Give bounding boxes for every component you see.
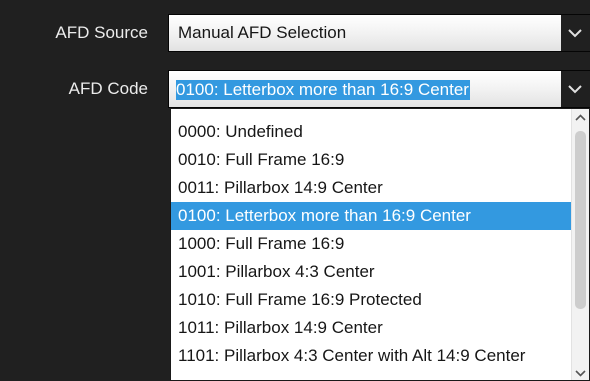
afd-source-dropdown-button[interactable] [561, 15, 590, 51]
afd-code-select[interactable]: 0100: Letterbox more than 16:9 Center [168, 70, 590, 108]
afd-source-select[interactable]: Manual AFD Selection [168, 14, 590, 52]
afd-option-item[interactable]: 0010: Full Frame 16:9 [171, 146, 573, 174]
afd-code-dropdown-list[interactable]: 0000: Undefined 0010: Full Frame 16:9 0011… [170, 108, 590, 381]
afd-option-item[interactable]: 1101: Pillarbox 4:3 Center with Alt 14:9… [171, 342, 573, 370]
afd-option-item[interactable]: 0000: Undefined [171, 118, 573, 146]
afd-code-dropdown-button[interactable] [561, 71, 590, 107]
afd-option-item[interactable]: 1011: Pillarbox 14:9 Center [171, 314, 573, 342]
chevron-down-icon [568, 85, 582, 94]
dropdown-scrollbar[interactable] [571, 109, 589, 380]
scrollbar-thumb[interactable] [575, 131, 586, 309]
afd-option-item[interactable]: 1001: Pillarbox 4:3 Center [171, 258, 573, 286]
afd-option-item[interactable]: 1010: Full Frame 16:9 Protected [171, 286, 573, 314]
afd-option-item[interactable]: 1000: Full Frame 16:9 [171, 230, 573, 258]
afd-code-value: 0100: Letterbox more than 16:9 Center [176, 80, 470, 100]
chevron-up-icon[interactable] [575, 113, 586, 123]
chevron-down-icon[interactable] [575, 368, 586, 378]
chevron-down-icon [568, 29, 582, 38]
afd-code-options: 0000: Undefined 0010: Full Frame 16:9 0011… [171, 118, 573, 370]
afd-source-value: Manual AFD Selection [178, 23, 347, 42]
afd-option-item[interactable]: 0011: Pillarbox 14:9 Center [171, 174, 573, 202]
afd-source-label: AFD Source [55, 23, 148, 42]
afd-code-label: AFD Code [68, 79, 148, 98]
afd-option-item[interactable]: 0100: Letterbox more than 16:9 Center [171, 202, 573, 230]
